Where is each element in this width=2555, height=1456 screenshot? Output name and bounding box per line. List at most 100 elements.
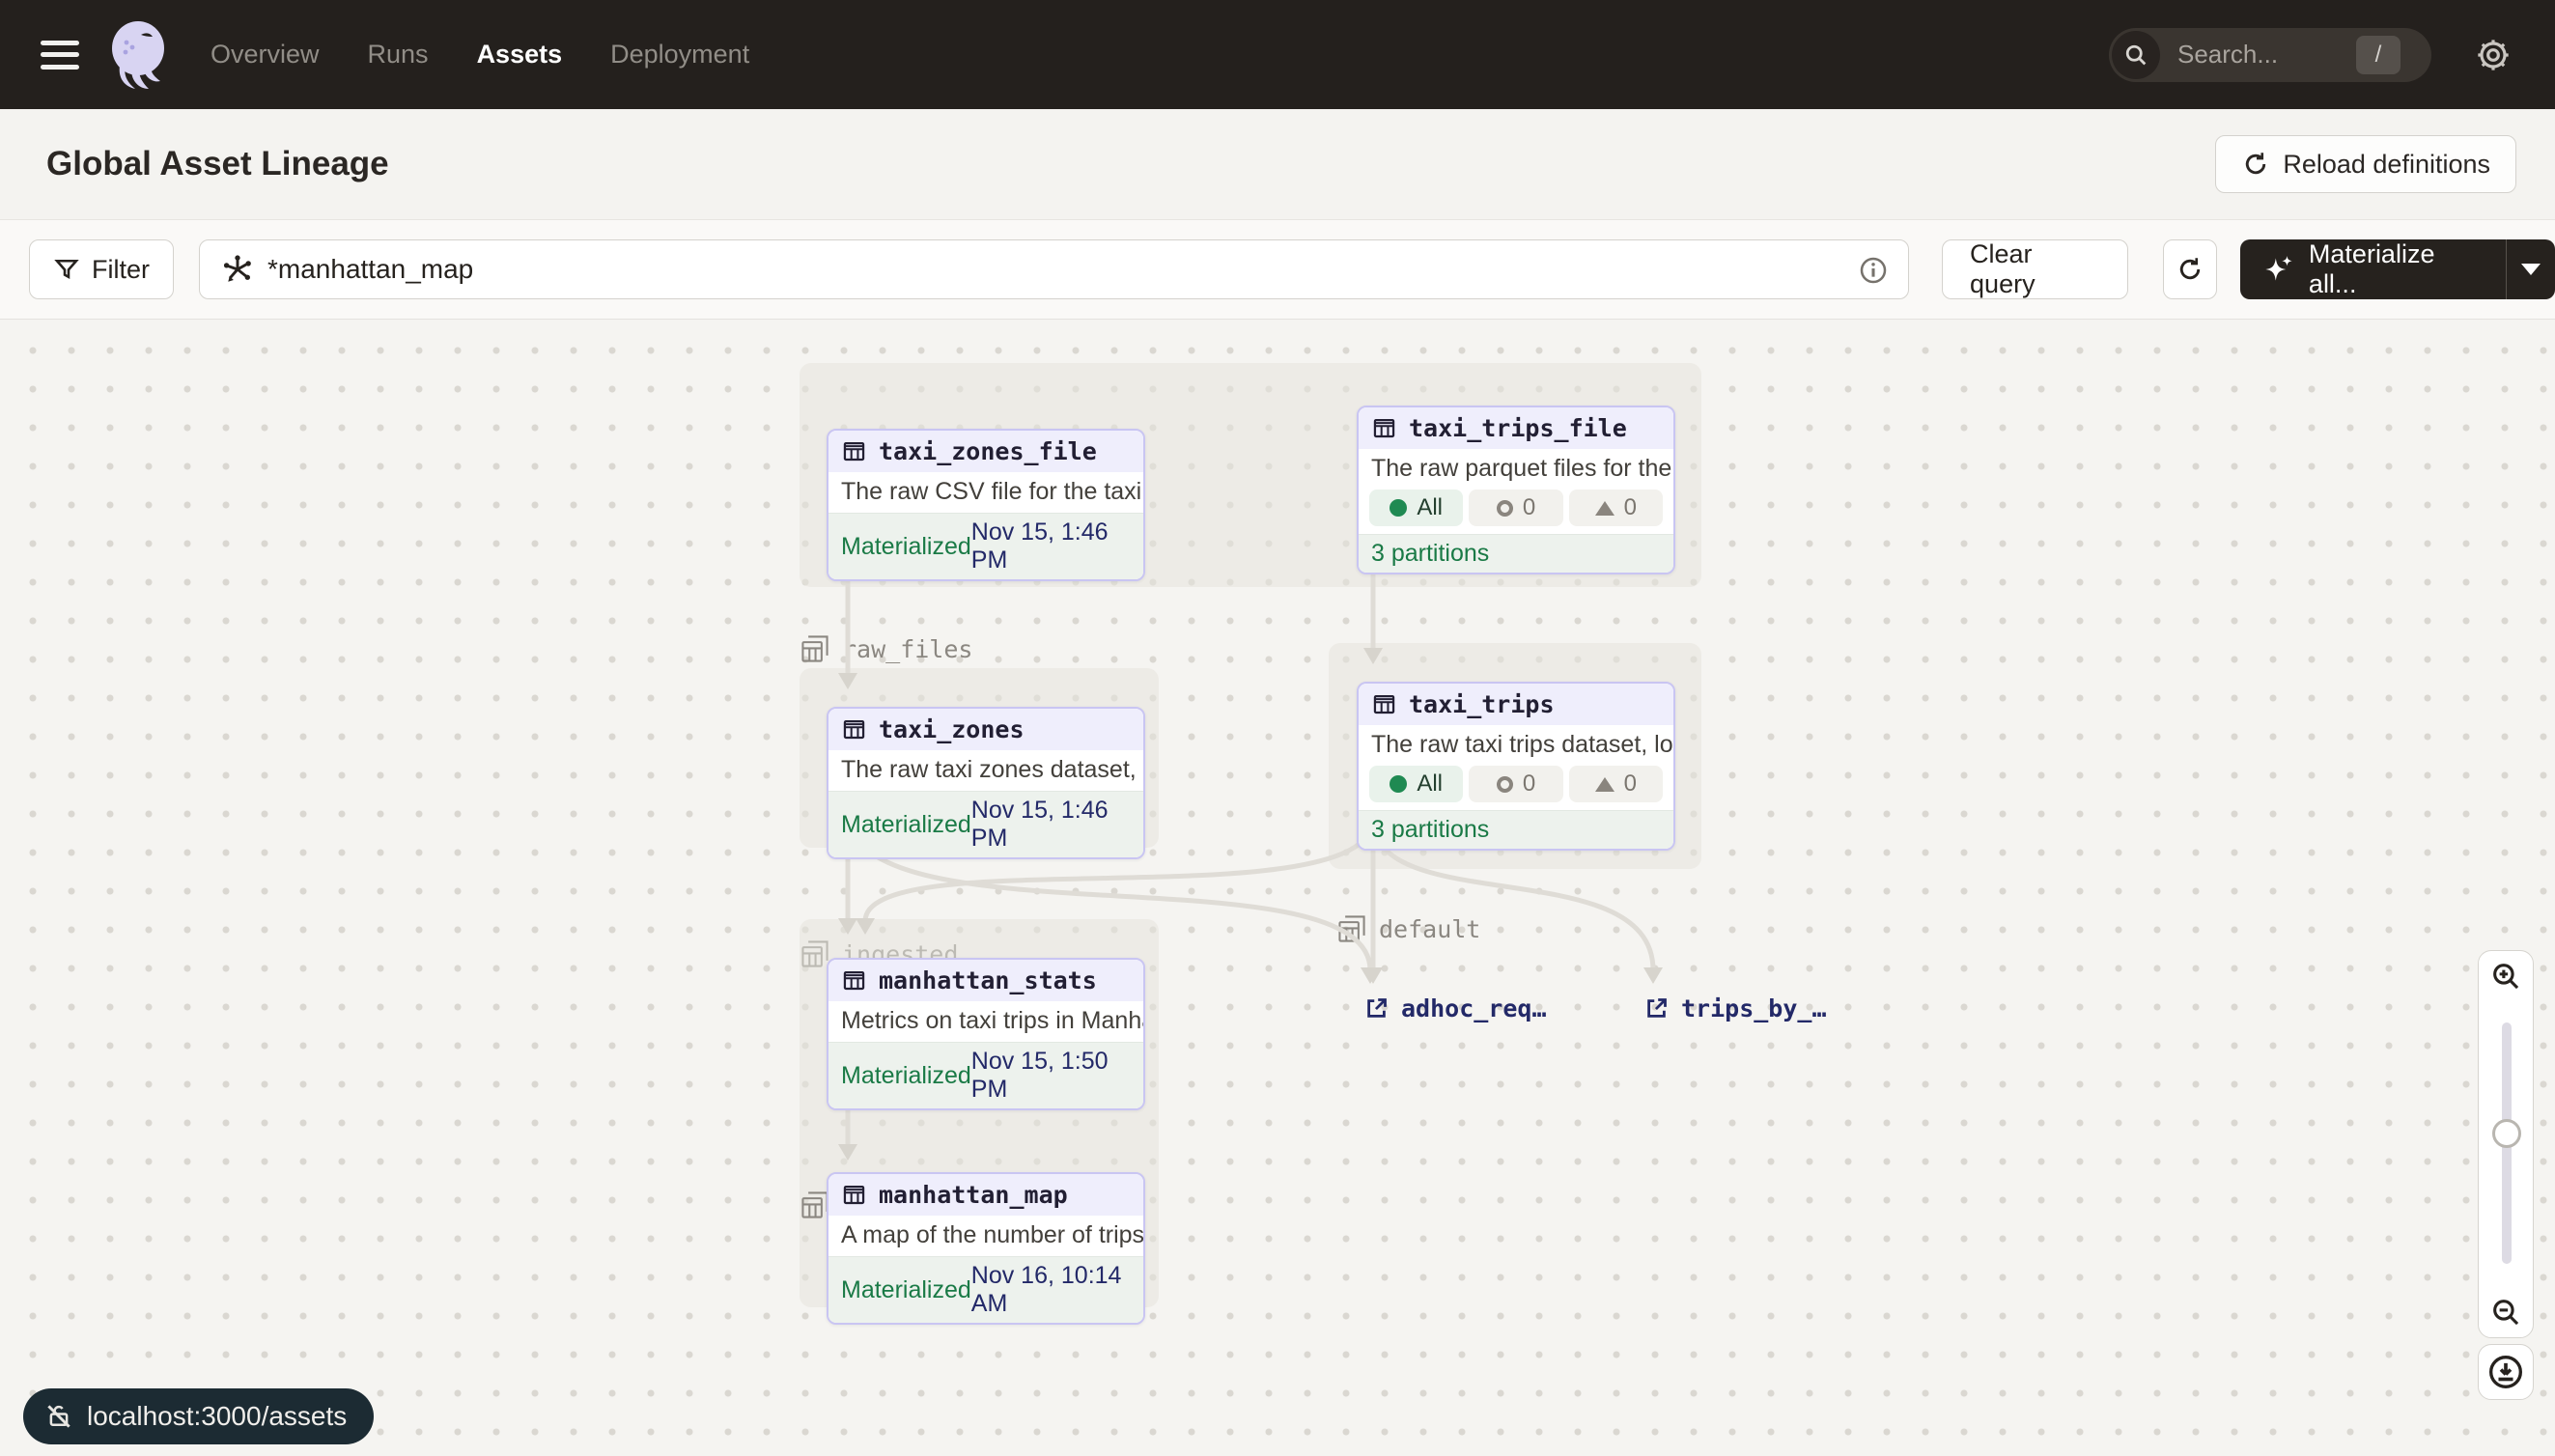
asset-card-manhattan_map[interactable]: manhattan_map A map of the number of tri… <box>827 1172 1145 1325</box>
download-image-button[interactable] <box>2478 1344 2534 1400</box>
asset-name: taxi_trips_file <box>1409 414 1627 442</box>
materialized-timestamp: Nov 15, 1:46 PM <box>971 797 1131 853</box>
search-input[interactable]: Search... / <box>2109 28 2431 82</box>
table-icon <box>841 1182 867 1208</box>
asset-description: The raw parquet files for the taxi trips… <box>1359 449 1673 490</box>
clear-query-button[interactable]: Clear query <box>1942 239 2128 299</box>
dagster-logo-icon[interactable] <box>106 19 170 91</box>
asset-card-footer: Materialized Nov 15, 1:50 PM <box>828 1042 1143 1108</box>
zoom-out-icon <box>2489 1296 2522 1329</box>
nav-item-overview[interactable]: Overview <box>211 40 320 70</box>
materialize-all-split-button: Materialize all... <box>2240 239 2555 299</box>
materialized-status: Materialized <box>841 811 971 839</box>
menu-icon[interactable] <box>41 41 79 70</box>
partition-badge[interactable]: All <box>1369 490 1463 526</box>
partition-zero-icon <box>1497 776 1513 793</box>
asset-card-header: taxi_trips <box>1359 684 1673 725</box>
asset-card-header: taxi_zones <box>828 709 1143 750</box>
asset-description: The raw taxi trips dataset, loaded into … <box>1359 725 1673 766</box>
zoom-slider-thumb[interactable] <box>2492 1119 2521 1148</box>
partition-badge[interactable]: 0 <box>1569 766 1663 802</box>
materialize-all-label: Materialize all... <box>2309 239 2483 299</box>
partition-badge[interactable]: 0 <box>1569 490 1663 526</box>
partitions-summary: 3 partitions <box>1371 816 1489 844</box>
asset-card-taxi_zones[interactable]: taxi_zones The raw taxi zones dataset, l… <box>827 707 1145 859</box>
external-link-icon <box>1363 995 1390 1022</box>
reload-label: Reload definitions <box>2283 150 2490 180</box>
dagster-app: Overview Runs Assets Deployment Search..… <box>0 0 2555 1456</box>
partition-badge[interactable]: All <box>1369 766 1463 802</box>
partition-badge[interactable]: 0 <box>1469 766 1562 802</box>
partition-zero-icon <box>1497 500 1513 517</box>
filter-button[interactable]: Filter <box>29 239 174 299</box>
asset-card-footer: Materialized Nov 15, 1:46 PM <box>828 513 1143 579</box>
partition-badge[interactable]: 0 <box>1469 490 1562 526</box>
asset-lineage-graph[interactable]: raw_filesingesteddefaultmetrics taxi_zon… <box>0 320 2555 1456</box>
asset-description: A map of the number of trips per taxi z.… <box>828 1216 1143 1256</box>
asset-card-manhattan_stats[interactable]: manhattan_stats Metrics on taxi trips in… <box>827 958 1145 1110</box>
external-asset-label: trips_by_… <box>1681 994 1827 1022</box>
external-asset-adhoc_request[interactable]: adhoc_req… <box>1363 994 1547 1022</box>
materialized-timestamp: Nov 16, 10:14 AM <box>971 1262 1131 1318</box>
partition-all-icon <box>1390 775 1407 793</box>
materialized-status: Materialized <box>841 1062 971 1090</box>
table-icon <box>841 967 867 994</box>
materialized-status: Materialized <box>841 1276 971 1304</box>
asset-description: Metrics on taxi trips in Manhattan <box>828 1001 1143 1042</box>
zoom-in-button[interactable] <box>2478 950 2534 1002</box>
asset-description: The raw taxi zones dataset, loaded int..… <box>828 750 1143 791</box>
reload-icon <box>2241 150 2270 179</box>
asset-query-input[interactable]: *manhattan_map <box>199 239 1909 299</box>
asset-card-taxi_trips_file[interactable]: taxi_trips_file The raw parquet files fo… <box>1357 406 1675 574</box>
partition-badges: All00 <box>1359 490 1673 534</box>
nav-item-assets[interactable]: Assets <box>477 40 563 70</box>
info-icon[interactable] <box>1858 255 1889 286</box>
table-icon <box>841 716 867 742</box>
nav-item-deployment[interactable]: Deployment <box>610 40 749 70</box>
chevron-down-icon <box>2521 264 2541 275</box>
asset-description: The raw CSV file for the taxi zones dat.… <box>828 472 1143 513</box>
download-circle-icon <box>2486 1353 2525 1391</box>
table-icon <box>1371 415 1397 441</box>
asset-name: taxi_trips <box>1409 690 1555 718</box>
table-icon <box>1371 691 1397 717</box>
asset-card-footer: Materialized Nov 16, 10:14 AM <box>828 1256 1143 1323</box>
group-label-default[interactable]: default <box>1336 913 1480 944</box>
external-link-icon <box>1643 995 1670 1022</box>
edge-arrowhead <box>1643 967 1663 984</box>
status-url: localhost:3000/assets <box>87 1401 347 1432</box>
clear-query-label: Clear query <box>1970 239 2100 299</box>
top-nav: Overview Runs Assets Deployment Search..… <box>0 0 2555 109</box>
zoom-in-icon <box>2489 960 2522 993</box>
partition-all-icon <box>1390 499 1407 517</box>
asset-card-footer: 3 partitions <box>1359 534 1673 573</box>
asset-card-taxi_zones_file[interactable]: taxi_zones_file The raw CSV file for the… <box>827 429 1145 581</box>
refresh-button[interactable] <box>2163 239 2217 299</box>
zoom-out-button[interactable] <box>2478 1286 2534 1338</box>
partition-failed-icon <box>1595 777 1614 792</box>
group-label-raw_files[interactable]: raw_files <box>800 633 972 664</box>
partition-failed-icon <box>1595 501 1614 516</box>
materialize-dropdown-button[interactable] <box>2507 239 2555 299</box>
asset-name: manhattan_stats <box>879 966 1097 994</box>
nav-item-runs[interactable]: Runs <box>368 40 429 70</box>
materialize-all-button[interactable]: Materialize all... <box>2240 239 2506 299</box>
asset-card-footer: 3 partitions <box>1359 810 1673 849</box>
page-title: Global Asset Lineage <box>46 145 389 183</box>
materialized-timestamp: Nov 15, 1:50 PM <box>971 1048 1131 1104</box>
edge-arrowhead <box>1361 967 1380 984</box>
search-placeholder: Search... <box>2177 40 2278 70</box>
settings-gear-icon[interactable] <box>2472 34 2514 76</box>
query-value: *manhattan_map <box>267 254 473 285</box>
partitions-summary: 3 partitions <box>1371 540 1489 568</box>
asset-group-icon <box>800 633 830 664</box>
reload-definitions-button[interactable]: Reload definitions <box>2215 135 2516 193</box>
asset-name: manhattan_map <box>879 1181 1068 1209</box>
zoom-slider <box>2478 1001 2534 1287</box>
filter-label: Filter <box>92 255 150 285</box>
asset-card-header: manhattan_map <box>828 1174 1143 1216</box>
asset-card-taxi_trips[interactable]: taxi_trips The raw taxi trips dataset, l… <box>1357 682 1675 851</box>
materialized-timestamp: Nov 15, 1:46 PM <box>971 518 1131 574</box>
nav-right: Search... / <box>2109 28 2514 82</box>
external-asset-trips_by_week[interactable]: trips_by_… <box>1643 994 1827 1022</box>
